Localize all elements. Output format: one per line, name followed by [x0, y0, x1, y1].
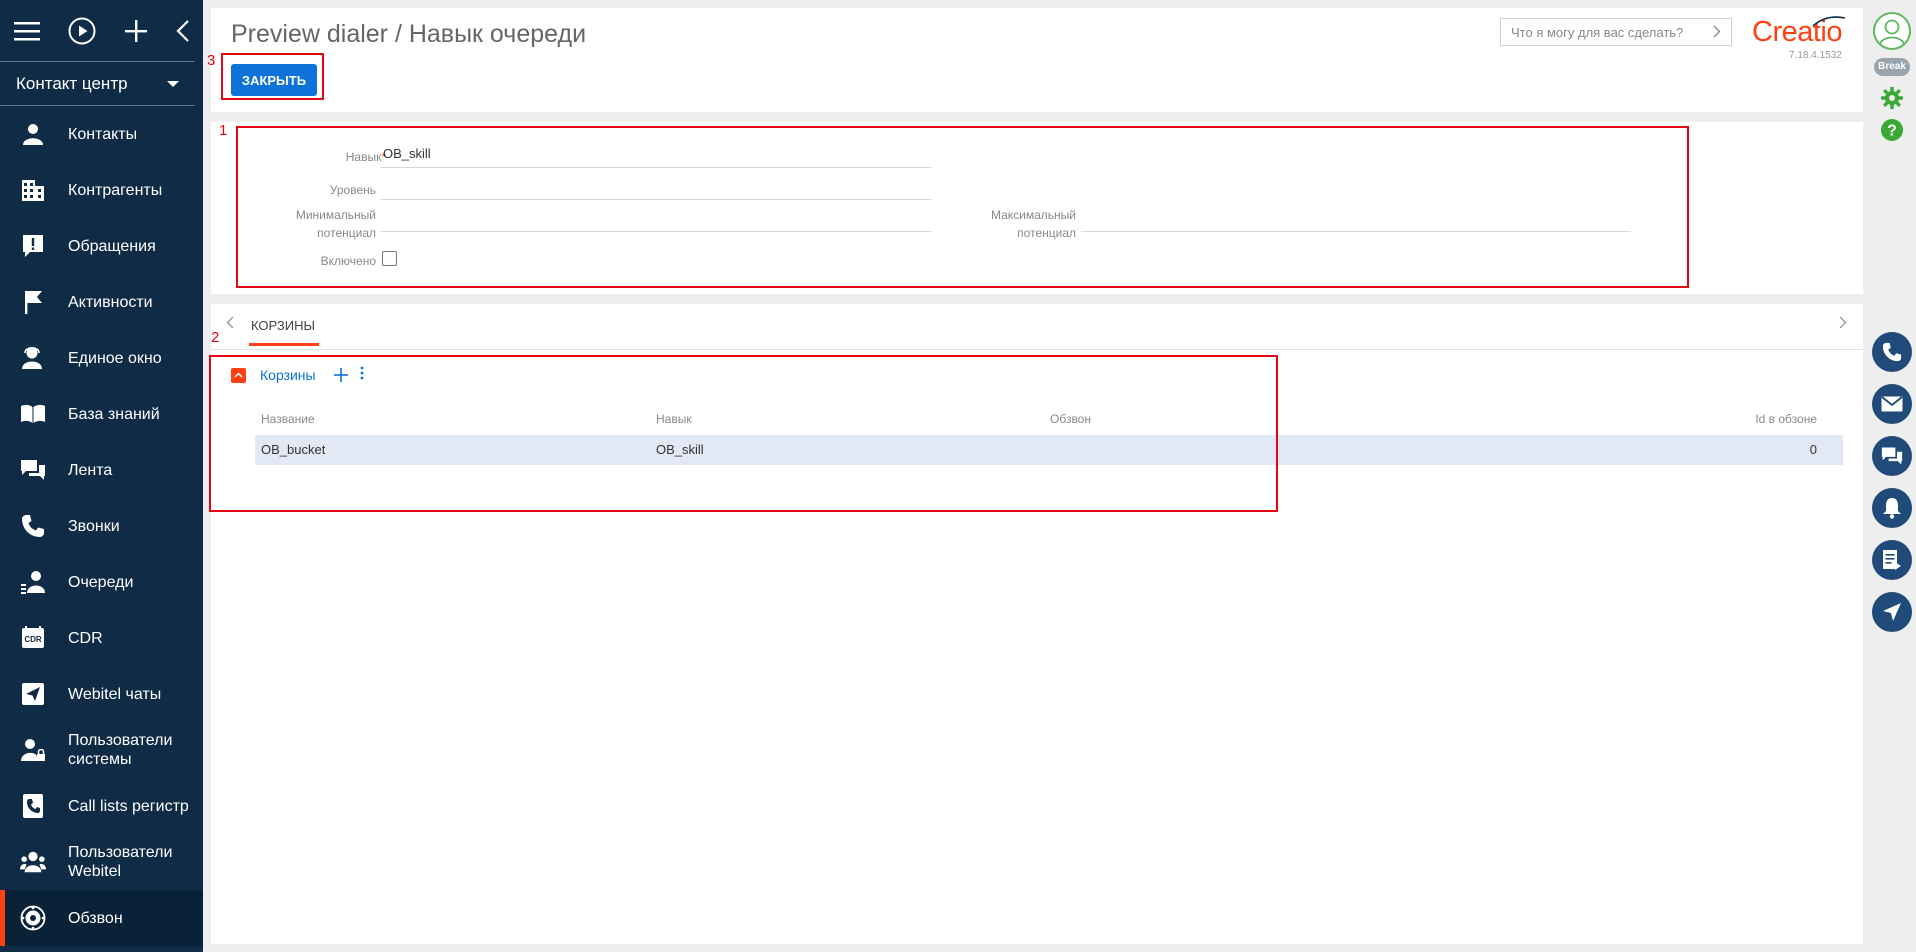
bell-icon	[1883, 498, 1901, 519]
tab-prev-icon[interactable]	[226, 316, 234, 334]
sidebar-item-label: Контрагенты	[68, 181, 163, 199]
agent-icon	[20, 345, 46, 371]
chevron-right-icon[interactable]	[1713, 25, 1721, 41]
queue-icon	[20, 569, 46, 595]
send-icon	[1883, 603, 1901, 621]
page-title: Preview dialer / Навык очереди	[231, 20, 587, 48]
workplace-selector[interactable]: Контакт центр	[0, 62, 195, 106]
gear-icon[interactable]	[1880, 86, 1904, 115]
sidebar-item-label: Очереди	[68, 573, 134, 591]
right-toolbar: Break ?	[1868, 0, 1916, 952]
annotation-number-3: 3	[207, 52, 216, 69]
sidebar-item-label: Звонки	[68, 517, 120, 535]
sidebar-item-activities[interactable]: Активности	[0, 274, 203, 330]
tab-next-icon[interactable]	[1839, 316, 1847, 334]
chat-icon	[1881, 447, 1903, 465]
book-icon	[20, 401, 46, 427]
annotation-box-1	[236, 126, 1689, 288]
sidebar-item-call-lists[interactable]: Call lists регистр	[0, 778, 203, 834]
chevron-down-icon	[167, 80, 179, 87]
sidebar-item-label: Контакты	[68, 125, 138, 143]
sidebar-item-knowledge-base[interactable]: База знаний	[0, 386, 203, 442]
help-icon[interactable]: ?	[1880, 118, 1904, 147]
building-icon	[20, 177, 46, 203]
sidebar-item-contacts[interactable]: Контакты	[0, 106, 203, 162]
sidebar-toolbar	[0, 0, 195, 62]
sidebar-item-label: Пользователи системы	[68, 732, 173, 768]
send-button[interactable]	[1872, 592, 1912, 632]
envelope-icon	[1881, 396, 1903, 412]
send-icon	[20, 681, 46, 707]
documents-button[interactable]	[1872, 540, 1912, 580]
sidebar-item-label: Обзвон	[68, 909, 123, 927]
play-icon[interactable]	[68, 17, 96, 45]
annotation-box-2	[209, 355, 1278, 512]
sidebar-item-label: Webitel чаты	[68, 685, 162, 703]
svg-text:?: ?	[1887, 123, 1897, 140]
email-button[interactable]	[1872, 384, 1912, 424]
sidebar-item-queues[interactable]: Очереди	[0, 554, 203, 610]
notifications-button[interactable]	[1872, 488, 1912, 528]
sidebar-item-label: Пользователи Webitel	[68, 844, 173, 880]
dialer-icon	[20, 905, 46, 931]
sidebar-item-cases[interactable]: Обращения	[0, 218, 203, 274]
call-button[interactable]	[1872, 332, 1912, 372]
document-play-icon	[1883, 550, 1901, 570]
command-search-input[interactable]: Что я могу для вас сделать?	[1500, 18, 1732, 46]
person-icon	[20, 121, 46, 147]
workplace-label: Контакт центр	[16, 73, 128, 93]
call-list-icon	[20, 793, 46, 819]
sidebar-item-feed[interactable]: Лента	[0, 442, 203, 498]
tab-buckets[interactable]: КОРЗИНЫ	[249, 318, 320, 346]
plus-icon[interactable]	[124, 19, 148, 43]
chat-icon	[20, 457, 46, 483]
cell-id: 0	[1809, 442, 1817, 457]
sidebar-item-accounts[interactable]: Контрагенты	[0, 162, 203, 218]
sidebar-item-label: Call lists регистр	[68, 797, 189, 815]
sidebar-item-webitel-chats[interactable]: Webitel чаты	[0, 666, 203, 722]
collapse-chevron-icon[interactable]	[176, 19, 190, 43]
sidebar-item-label: Обращения	[68, 237, 156, 255]
annotation-box-3	[221, 53, 324, 100]
sidebar-item-label: CDR	[68, 629, 103, 647]
annotation-number-1: 1	[219, 122, 228, 139]
flag-icon	[20, 289, 46, 315]
svg-text:CDR: CDR	[24, 635, 42, 644]
version-label: 7.18.4.1532	[1789, 50, 1842, 61]
alert-icon	[20, 233, 46, 259]
logo-swoosh-icon	[1812, 16, 1846, 27]
sidebar-item-dialer[interactable]: Обзвон	[0, 890, 203, 946]
status-badge[interactable]: Break	[1874, 58, 1910, 76]
sidebar-item-webitel-users[interactable]: Пользователи Webitel	[0, 834, 203, 890]
sidebar-item-label: База знаний	[68, 405, 160, 423]
annotation-number-2: 2	[211, 329, 220, 346]
sidebar-item-label: Единое окно	[68, 349, 162, 367]
hamburger-menu-icon[interactable]	[14, 21, 40, 41]
chat-button[interactable]	[1872, 436, 1912, 476]
page-header: Preview dialer / Навык очереди ЗАКРЫТЬ Ч…	[211, 8, 1863, 112]
sidebar-item-system-users[interactable]: Пользователи системы	[0, 722, 203, 778]
phone-icon	[20, 513, 46, 539]
sidebar-item-label: Активности	[68, 293, 153, 311]
user-lock-icon	[20, 737, 46, 763]
sidebar-item-label: Лента	[68, 461, 113, 479]
tab-bar: КОРЗИНЫ	[211, 304, 1863, 350]
section-list: Контакты Контрагенты Обращения Активност…	[0, 106, 203, 946]
left-sidebar: Контакт центр Контакты Контрагенты Обращ…	[0, 0, 203, 952]
cdr-icon: CDR	[20, 625, 46, 651]
avatar[interactable]	[1873, 12, 1911, 50]
phone-icon	[1882, 342, 1902, 362]
sidebar-item-cdr[interactable]: CDR CDR	[0, 610, 203, 666]
sidebar-item-single-window[interactable]: Единое окно	[0, 330, 203, 386]
column-header-id[interactable]: Id в обзоне	[1755, 412, 1817, 426]
command-search-placeholder: Что я могу для вас сделать?	[1511, 24, 1684, 40]
sidebar-item-calls[interactable]: Звонки	[0, 498, 203, 554]
users-icon	[20, 849, 46, 875]
